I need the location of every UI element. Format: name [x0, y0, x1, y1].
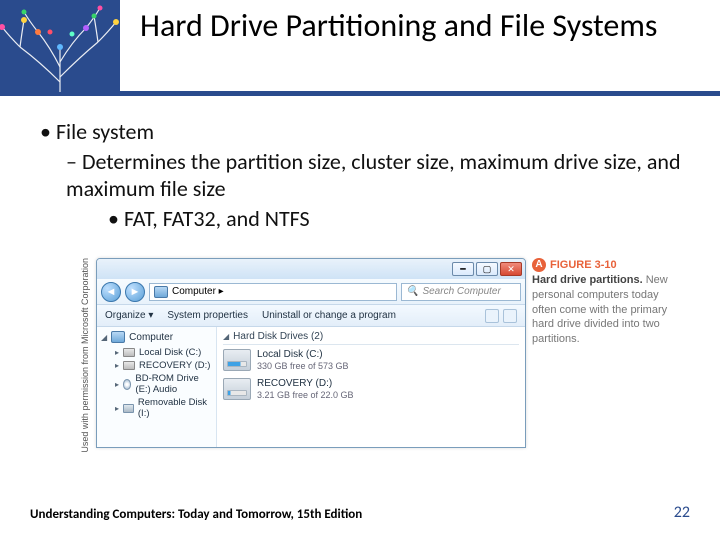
back-button[interactable]: ◄	[101, 282, 121, 302]
removable-icon	[123, 404, 134, 413]
sidebar-item-bdrom[interactable]: ▸ BD-ROM Drive (E:) Audio	[101, 372, 212, 396]
content-pane: ◢ Hard Disk Drives (2) Local Disk (C:) 3…	[217, 327, 525, 447]
figure-number: FIGURE 3-10	[550, 259, 617, 271]
sidebar-item-recovery[interactable]: ▸ RECOVERY (D:)	[101, 359, 212, 372]
search-input[interactable]: 🔍 Search Computer	[401, 283, 521, 301]
disk-icon	[123, 361, 135, 370]
drive-item-recovery[interactable]: RECOVERY (D:) 3.21 GB free of 22.0 GB	[223, 378, 519, 401]
address-bar-row: ◄ ► Computer ▸ 🔍 Search Computer	[97, 279, 525, 305]
drive-free-space: 330 GB free of 573 GB	[257, 361, 349, 372]
toolbar-system-properties[interactable]: System properties	[167, 310, 248, 321]
window-body: ◢ Computer ▸ Local Disk (C:) ▸ RECOVERY …	[97, 327, 525, 447]
expand-icon: ◢	[101, 333, 107, 342]
permission-label: Used with permission from Microsoft Corp…	[80, 258, 90, 453]
disk-icon	[123, 348, 135, 357]
figure-caption: AFIGURE 3-10 Hard drive partitions. New …	[532, 258, 672, 347]
search-icon: 🔍	[406, 286, 418, 297]
figure-container: Used with permission from Microsoft Corp…	[80, 258, 680, 453]
sidebar-item-label: BD-ROM Drive (E:) Audio	[135, 373, 212, 395]
chevron-icon: ▸	[115, 361, 119, 370]
slide-header: Hard Drive Partitioning and File Systems	[0, 0, 720, 96]
toolbar: Organize ▾ System properties Uninstall o…	[97, 305, 525, 327]
sidebar-item-label: Local Disk (C:)	[139, 347, 201, 358]
sidebar-root[interactable]: ◢ Computer	[101, 331, 212, 343]
toolbar-uninstall[interactable]: Uninstall or change a program	[262, 310, 396, 321]
close-button[interactable]: ✕	[500, 262, 522, 276]
caption-title: Hard drive partitions.	[532, 274, 643, 286]
disc-icon	[123, 379, 131, 390]
drive-icon	[223, 349, 251, 371]
toolbar-organize[interactable]: Organize ▾	[105, 310, 153, 321]
bullet-level2: Determines the partition size, cluster s…	[66, 148, 690, 203]
footer-text: Understanding Computers: Today and Tomor…	[30, 507, 362, 522]
nav-sidebar: ◢ Computer ▸ Local Disk (C:) ▸ RECOVERY …	[97, 327, 217, 447]
drive-item-local[interactable]: Local Disk (C:) 330 GB free of 573 GB	[223, 349, 519, 372]
computer-icon	[154, 286, 168, 298]
chevron-icon: ▸	[115, 348, 119, 357]
bullet-level1: File system	[40, 118, 690, 146]
view-icon[interactable]	[485, 309, 499, 323]
address-text: Computer ▸	[172, 286, 224, 297]
titlebar: ━ ▢ ✕	[97, 259, 525, 279]
caption-badge-icon: A	[532, 258, 546, 272]
sidebar-item-label: Removable Disk (I:)	[138, 397, 212, 419]
group-label: Hard Disk Drives (2)	[233, 331, 323, 342]
sidebar-item-label: RECOVERY (D:)	[139, 360, 210, 371]
slide-title: Hard Drive Partitioning and File Systems	[140, 8, 657, 45]
sidebar-root-label: Computer	[129, 332, 173, 343]
chevron-icon: ▸	[115, 380, 119, 389]
help-icon[interactable]	[503, 309, 517, 323]
drive-name: Local Disk (C:)	[257, 349, 349, 361]
drive-icon	[223, 378, 251, 400]
sidebar-item-removable[interactable]: ▸ Removable Disk (I:)	[101, 396, 212, 420]
page-number: 22	[674, 503, 690, 522]
computer-icon	[111, 331, 125, 343]
chevron-icon: ▸	[115, 404, 119, 413]
logo-box	[0, 0, 120, 92]
forward-button[interactable]: ►	[125, 282, 145, 302]
minimize-button[interactable]: ━	[452, 262, 474, 276]
maximize-button[interactable]: ▢	[476, 262, 498, 276]
drive-name: RECOVERY (D:)	[257, 378, 354, 390]
bullet-level3: FAT, FAT32, and NTFS	[108, 205, 690, 233]
address-bar[interactable]: Computer ▸	[149, 283, 397, 301]
tree-graphic-icon	[0, 0, 120, 92]
slide-body: File system Determines the partition siz…	[0, 96, 720, 232]
drive-free-space: 3.21 GB free of 22.0 GB	[257, 390, 354, 401]
explorer-window: ━ ▢ ✕ ◄ ► Computer ▸ 🔍 Search Computer O…	[96, 258, 526, 448]
drive-group-header: ◢ Hard Disk Drives (2)	[223, 331, 519, 345]
sidebar-item-local-disk[interactable]: ▸ Local Disk (C:)	[101, 346, 212, 359]
expand-icon: ◢	[223, 332, 229, 341]
search-placeholder: Search Computer	[422, 286, 500, 297]
